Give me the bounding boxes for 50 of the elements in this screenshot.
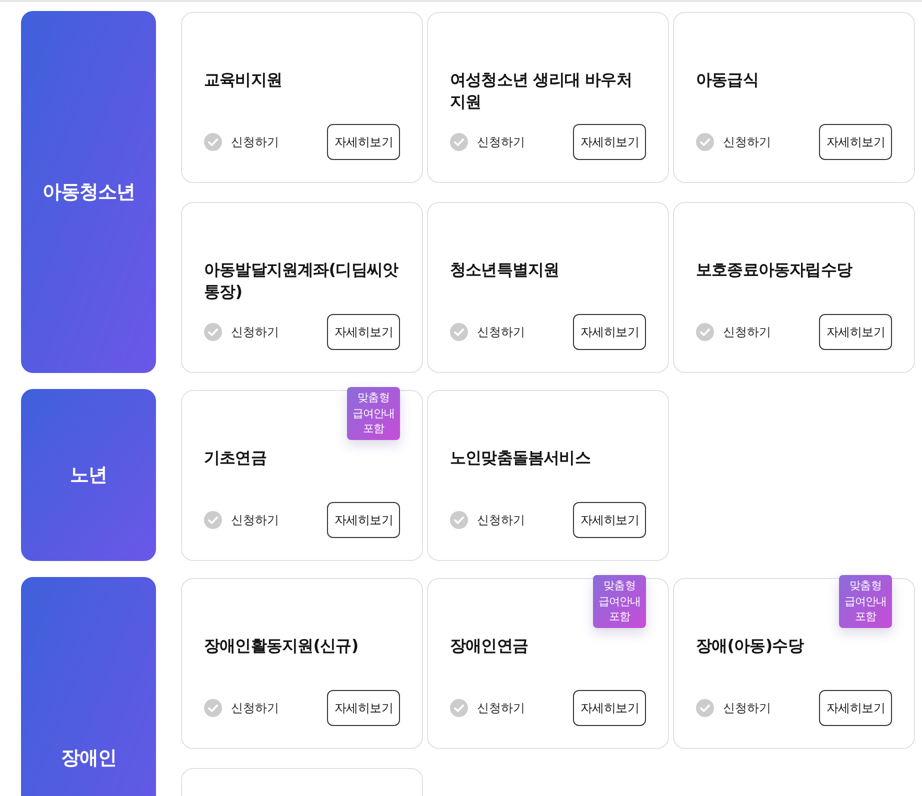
check-circle-icon[interactable] bbox=[204, 133, 222, 151]
apply-checkbox[interactable]: 신청하기 bbox=[204, 133, 279, 151]
apply-checkbox[interactable]: 신청하기 bbox=[696, 699, 771, 717]
apply-checkbox[interactable]: 신청하기 bbox=[204, 511, 279, 529]
card-title: 장애인활동지원(신규) bbox=[204, 635, 360, 657]
card-title: 교육비지원 bbox=[204, 69, 284, 91]
details-button[interactable]: 자세히보기 bbox=[327, 502, 400, 538]
details-button[interactable]: 자세히보기 bbox=[819, 314, 892, 350]
category-panel: 노년 bbox=[21, 389, 156, 561]
details-button[interactable]: 자세히보기 bbox=[327, 124, 400, 160]
check-circle-icon[interactable] bbox=[204, 323, 222, 341]
apply-checkbox[interactable]: 신청하기 bbox=[696, 323, 771, 341]
category-panel: 장애인 bbox=[21, 577, 156, 796]
details-button[interactable]: 자세히보기 bbox=[573, 690, 646, 726]
check-circle-icon[interactable] bbox=[696, 699, 714, 717]
apply-checkbox[interactable]: 신청하기 bbox=[450, 511, 525, 529]
card-title: 아동발달지원계좌(디딤씨앗 통장) bbox=[204, 259, 400, 303]
apply-checkbox[interactable]: 신청하기 bbox=[204, 699, 279, 717]
card-title: 장애(아동)수당 bbox=[696, 635, 805, 657]
check-circle-icon[interactable] bbox=[450, 133, 468, 151]
apply-checkbox[interactable]: 신청하기 bbox=[450, 323, 525, 341]
apply-checkbox[interactable]: 신청하기 bbox=[204, 323, 279, 341]
details-button[interactable]: 자세히보기 bbox=[573, 502, 646, 538]
details-button[interactable]: 자세히보기 bbox=[573, 314, 646, 350]
benefit-tag: 맞춤형 급여안내 포함 bbox=[839, 575, 892, 628]
apply-checkbox[interactable]: 신청하기 bbox=[450, 133, 525, 151]
check-circle-icon[interactable] bbox=[450, 511, 468, 529]
apply-checkbox[interactable]: 신청하기 bbox=[696, 133, 771, 151]
benefit-tag: 맞춤형 급여안내 포함 bbox=[347, 387, 400, 440]
card-title: 노인맞춤돌봄서비스 bbox=[450, 447, 592, 469]
check-circle-icon[interactable] bbox=[450, 323, 468, 341]
details-button[interactable]: 자세히보기 bbox=[819, 690, 892, 726]
card-title: 장애인연금 bbox=[450, 635, 530, 657]
details-button[interactable]: 자세히보기 bbox=[327, 690, 400, 726]
card-title: 여성청소년 생리대 바우처 지원 bbox=[450, 69, 633, 113]
check-circle-icon[interactable] bbox=[696, 133, 714, 151]
card-title: 기초연금 bbox=[204, 447, 268, 469]
card-title: 아동급식 bbox=[696, 69, 760, 91]
category-panel: 아동청소년 bbox=[21, 11, 156, 373]
check-circle-icon[interactable] bbox=[450, 699, 468, 717]
check-circle-icon[interactable] bbox=[204, 699, 222, 717]
card-title: 청소년특별지원 bbox=[450, 259, 560, 281]
check-circle-icon[interactable] bbox=[204, 511, 222, 529]
details-button[interactable]: 자세히보기 bbox=[573, 124, 646, 160]
apply-checkbox[interactable]: 신청하기 bbox=[450, 699, 525, 717]
details-button[interactable]: 자세히보기 bbox=[819, 124, 892, 160]
benefit-tag: 맞춤형 급여안내 포함 bbox=[593, 575, 646, 628]
details-button[interactable]: 자세히보기 bbox=[327, 314, 400, 350]
card-title: 보호종료아동자립수당 bbox=[696, 259, 854, 281]
check-circle-icon[interactable] bbox=[696, 323, 714, 341]
